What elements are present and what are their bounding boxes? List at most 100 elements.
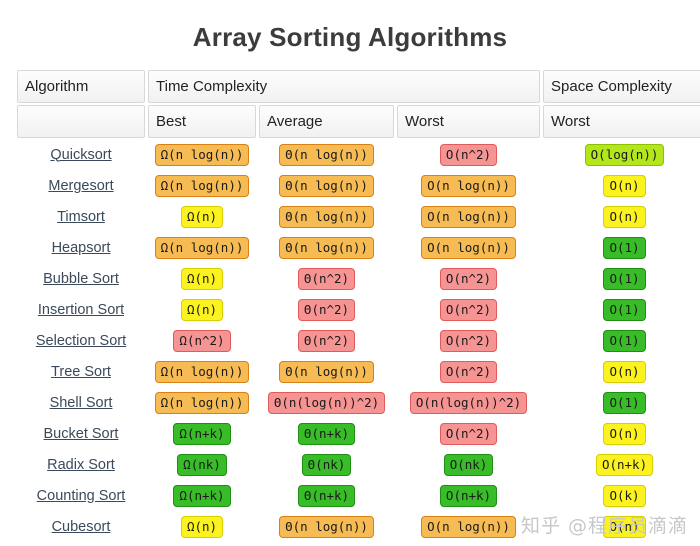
column-subheader-worst: Worst bbox=[397, 105, 541, 138]
complexity-cell-worst: O(n(log(n))^2) bbox=[397, 388, 540, 417]
algorithm-link[interactable]: Bubble Sort bbox=[43, 271, 119, 287]
table-row: Bubble Sort Ω(n) Θ(n^2) O(n^2) O(1) bbox=[17, 264, 700, 293]
table-row: Shell Sort Ω(n log(n)) Θ(n(log(n))^2) O(n(l… bbox=[17, 388, 700, 417]
complexity-cell-space: O(1) bbox=[543, 233, 700, 262]
complexity-badge: Θ(n(log(n))^2) bbox=[267, 391, 386, 414]
complexity-badge: O(n(log(n))^2) bbox=[409, 391, 528, 414]
table-row: Timsort Ω(n) Θ(n log(n)) O(n log(n)) O(n) bbox=[17, 202, 700, 231]
complexity-badge: O(1) bbox=[603, 329, 646, 352]
complexity-badge: Θ(n log(n)) bbox=[279, 174, 374, 197]
complexity-cell-average: Θ(n log(n)) bbox=[259, 512, 394, 541]
table-row: Cubesort Ω(n) Θ(n log(n)) O(n log(n)) O(n) bbox=[17, 512, 700, 541]
complexity-badge: Θ(n+k) bbox=[297, 484, 356, 507]
algorithm-link[interactable]: Mergesort bbox=[48, 178, 113, 194]
complexity-cell-average: Θ(n^2) bbox=[259, 326, 394, 355]
complexity-badge: Θ(n^2) bbox=[297, 329, 356, 352]
complexity-cell-space: O(1) bbox=[543, 326, 700, 355]
complexity-badge: Ω(n log(n)) bbox=[154, 143, 250, 166]
complexity-badge: O(log(n)) bbox=[584, 143, 665, 166]
complexity-badge: O(k) bbox=[603, 484, 646, 507]
complexity-cell-worst: O(n log(n)) bbox=[397, 233, 540, 262]
complexity-badge: Ω(n^2) bbox=[173, 329, 231, 352]
algorithm-link[interactable]: Bucket Sort bbox=[44, 426, 119, 442]
complexity-cell-space: O(1) bbox=[543, 264, 700, 293]
complexity-cell-worst: O(n log(n)) bbox=[397, 512, 540, 541]
algorithm-name-cell: Bubble Sort bbox=[17, 264, 145, 293]
page-title: Array Sorting Algorithms bbox=[192, 22, 508, 52]
algorithm-name-cell: Mergesort bbox=[17, 171, 145, 200]
algorithm-link[interactable]: Quicksort bbox=[50, 147, 111, 163]
complexity-cell-average: Θ(n log(n)) bbox=[259, 202, 394, 231]
algorithm-name-cell: Timsort bbox=[17, 202, 145, 231]
algorithm-link[interactable]: Selection Sort bbox=[36, 333, 126, 349]
complexity-cell-best: Ω(n) bbox=[148, 264, 256, 293]
complexity-badge: Ω(n log(n)) bbox=[154, 236, 250, 259]
complexity-cell-average: Θ(n log(n)) bbox=[259, 357, 394, 386]
table-row: Selection Sort Ω(n^2) Θ(n^2) O(n^2) O(1) bbox=[17, 326, 700, 355]
column-subheader-space-worst: Worst bbox=[543, 105, 700, 138]
complexity-badge: O(n+k) bbox=[595, 453, 654, 476]
complexity-cell-average: Θ(n log(n)) bbox=[259, 233, 394, 262]
table-row: Quicksort Ω(n log(n)) Θ(n log(n)) O(n^2) O(l… bbox=[17, 140, 700, 169]
algorithm-link[interactable]: Insertion Sort bbox=[38, 302, 124, 318]
complexity-cell-best: Ω(nk) bbox=[148, 450, 256, 479]
complexity-cell-average: Θ(n log(n)) bbox=[259, 171, 394, 200]
complexity-badge: Θ(n log(n)) bbox=[279, 143, 374, 166]
complexity-cell-best: Ω(n) bbox=[148, 512, 256, 541]
complexity-badge: Ω(nk) bbox=[177, 453, 227, 476]
complexity-cell-worst: O(n log(n)) bbox=[397, 171, 540, 200]
complexity-cell-space: O(n) bbox=[543, 512, 700, 541]
algorithm-name-cell: Tree Sort bbox=[17, 357, 145, 386]
complexity-badge: O(1) bbox=[603, 298, 646, 321]
table-sub-header-row: Best Average Worst Worst bbox=[17, 105, 700, 138]
algorithm-link[interactable]: Heapsort bbox=[52, 240, 111, 256]
algorithm-name-cell: Cubesort bbox=[17, 512, 145, 541]
column-header-space-complexity: Space Complexity bbox=[543, 70, 700, 103]
complexity-cell-best: Ω(n log(n)) bbox=[148, 388, 256, 417]
table-row: Mergesort Ω(n log(n)) Θ(n log(n)) O(n log(n… bbox=[17, 171, 700, 200]
complexity-badge: O(1) bbox=[603, 236, 646, 259]
complexity-badge: Ω(n) bbox=[180, 267, 224, 290]
complexity-badge: O(n^2) bbox=[439, 298, 498, 321]
complexity-cell-worst: O(n+k) bbox=[397, 481, 540, 510]
complexity-cell-average: Θ(n^2) bbox=[259, 264, 394, 293]
algorithm-name-cell: Heapsort bbox=[17, 233, 145, 262]
complexity-cell-average: Θ(n^2) bbox=[259, 295, 394, 324]
algorithm-link[interactable]: Radix Sort bbox=[47, 457, 115, 473]
complexity-badge: O(n log(n)) bbox=[421, 205, 516, 228]
algorithm-link[interactable]: Timsort bbox=[57, 209, 105, 225]
complexity-cell-best: Ω(n+k) bbox=[148, 419, 256, 448]
complexity-badge: Ω(n) bbox=[180, 205, 224, 228]
algorithm-name-cell: Shell Sort bbox=[17, 388, 145, 417]
algorithm-link[interactable]: Tree Sort bbox=[51, 364, 111, 380]
complexity-badge: O(1) bbox=[603, 267, 646, 290]
algorithm-name-cell: Radix Sort bbox=[17, 450, 145, 479]
complexity-badge: O(n^2) bbox=[439, 360, 498, 383]
complexity-badge: O(n log(n)) bbox=[421, 515, 516, 538]
algorithm-name-cell: Bucket Sort bbox=[17, 419, 145, 448]
algorithm-name-cell: Quicksort bbox=[17, 140, 145, 169]
complexity-cell-average: Θ(n+k) bbox=[259, 419, 394, 448]
complexity-cell-worst: O(n^2) bbox=[397, 140, 540, 169]
column-subheader-blank bbox=[17, 105, 145, 138]
complexity-cell-space: O(n+k) bbox=[543, 450, 700, 479]
complexity-badge: O(n log(n)) bbox=[421, 174, 516, 197]
complexity-badge: Θ(n^2) bbox=[297, 267, 356, 290]
complexity-cell-worst: O(n^2) bbox=[397, 264, 540, 293]
complexity-cell-average: Θ(n log(n)) bbox=[259, 140, 394, 169]
complexity-badge: Ω(n log(n)) bbox=[154, 391, 250, 414]
algorithm-link[interactable]: Counting Sort bbox=[37, 488, 126, 504]
complexity-badge: O(n^2) bbox=[439, 422, 498, 445]
complexity-badge: O(n log(n)) bbox=[421, 236, 516, 259]
complexity-cell-average: Θ(nk) bbox=[259, 450, 394, 479]
complexity-cell-best: Ω(n log(n)) bbox=[148, 140, 256, 169]
complexity-badge: Θ(n log(n)) bbox=[279, 515, 374, 538]
table-row: Radix Sort Ω(nk) Θ(nk) O(nk) O(n+k) bbox=[17, 450, 700, 479]
algorithm-link[interactable]: Shell Sort bbox=[50, 395, 113, 411]
algorithm-link[interactable]: Cubesort bbox=[52, 519, 111, 535]
complexity-cell-space: O(k) bbox=[543, 481, 700, 510]
complexity-cell-space: O(n) bbox=[543, 357, 700, 386]
column-subheader-best: Best bbox=[148, 105, 256, 138]
complexity-badge: O(n) bbox=[603, 205, 646, 228]
complexity-cell-best: Ω(n log(n)) bbox=[148, 357, 256, 386]
